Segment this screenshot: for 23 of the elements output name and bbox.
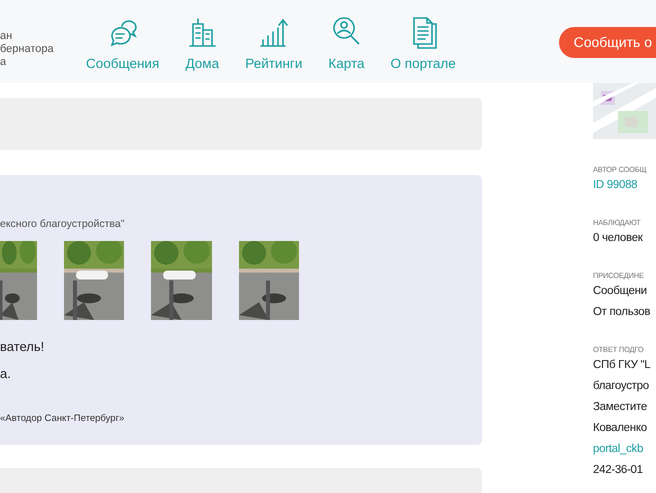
field-value: СПб ГКУ "L	[593, 358, 652, 373]
field-value: 242-36-01	[593, 463, 644, 478]
nav-link[interactable]: Сообщения	[86, 0, 160, 83]
field-value: Сообщени	[593, 284, 648, 299]
field-value: От пользов	[593, 305, 652, 320]
nav-link[interactable]: О портале	[390, 0, 456, 83]
signature-text: «Автодор Санкт-Петербург»	[0, 412, 126, 426]
field-value: Коваленко	[593, 421, 648, 436]
caption-text: ексного благоустройства"	[0, 217, 126, 232]
nav-link[interactable]: Дома	[185, 0, 220, 83]
link[interactable]: ID 99088	[593, 175, 656, 196]
report-button[interactable]: Сообщить о	[558, 27, 656, 58]
field-value: Заместите	[593, 400, 648, 415]
link[interactable]: portal_ckb	[593, 439, 656, 460]
logo-text: а	[0, 56, 8, 69]
greeting-text: ватель!	[0, 338, 46, 356]
logo-text: бернатора	[0, 43, 55, 56]
logo-text: ан	[0, 30, 14, 43]
nav-link[interactable]: Карта	[328, 0, 365, 83]
nav-link[interactable]: Рейтинги	[245, 0, 302, 83]
body-text: а.	[0, 365, 12, 384]
field-value: 0 человек	[593, 231, 644, 246]
field-value: благоустро	[593, 379, 650, 394]
